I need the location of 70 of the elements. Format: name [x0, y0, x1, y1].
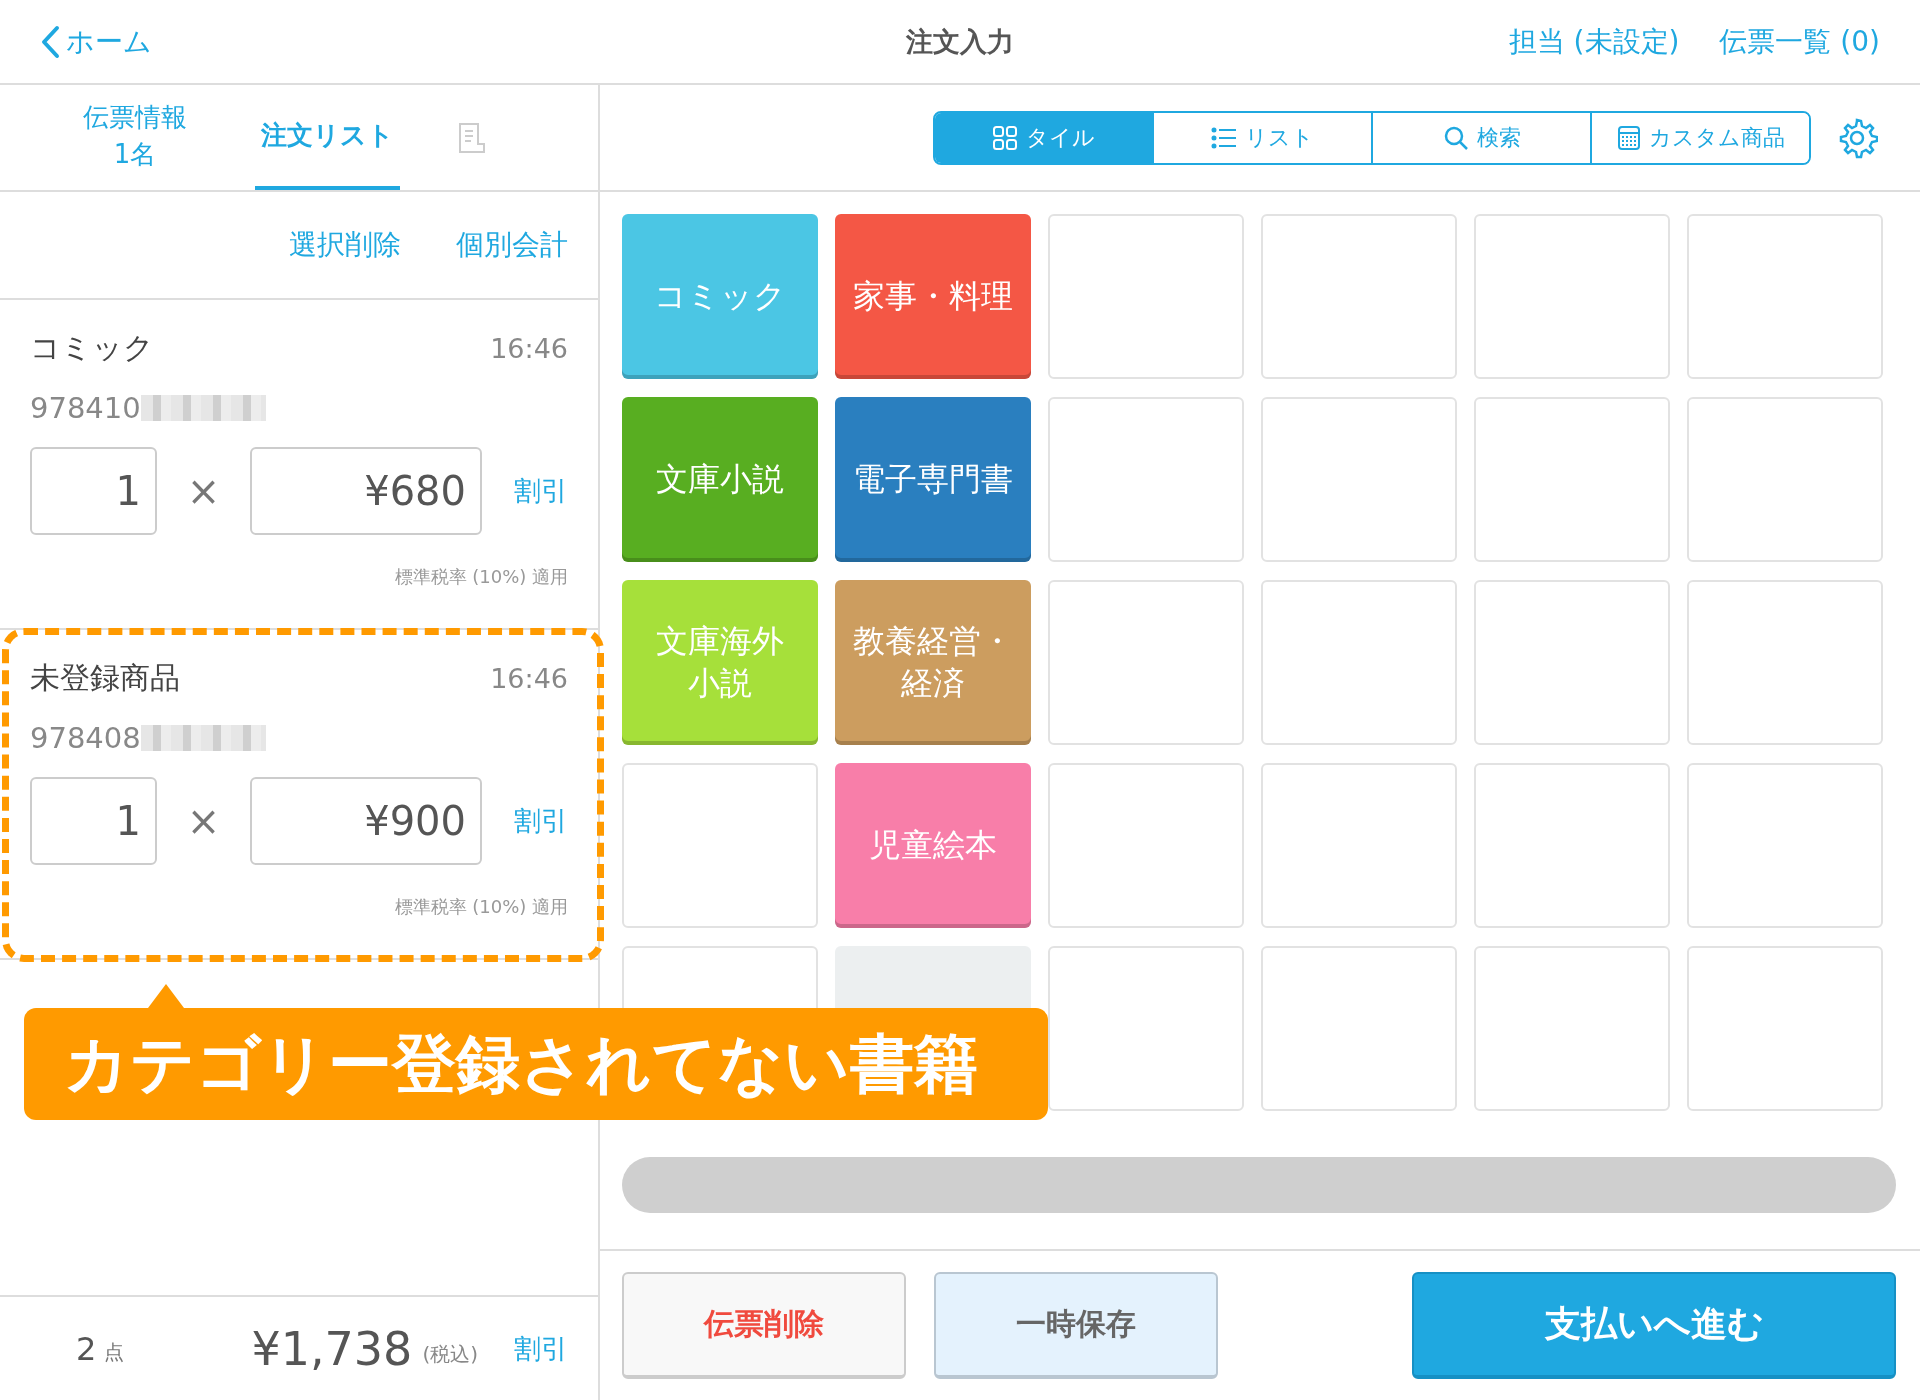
- action-link[interactable]: 選択削除: [289, 226, 401, 264]
- empty-tile[interactable]: [1048, 214, 1244, 379]
- callout-tooltip: カテゴリー登録されてない書籍: [24, 984, 1048, 1120]
- category-tile[interactable]: 文庫小説: [622, 397, 818, 562]
- empty-tile[interactable]: [1474, 214, 1670, 379]
- tax-note: 標準税率 (10%) 適用: [394, 896, 568, 917]
- empty-tile[interactable]: [1048, 397, 1244, 562]
- total-amount: ¥1,738: [251, 1321, 413, 1376]
- item-name: 未登録商品: [30, 659, 180, 697]
- quantity-field[interactable]: 1: [30, 777, 157, 865]
- multiply-sign: ×: [185, 798, 222, 844]
- category-tile[interactable]: 教養経営・ 経済: [835, 580, 1031, 745]
- empty-tile[interactable]: [1687, 946, 1883, 1111]
- view-tab[interactable]: カスタム商品: [1590, 112, 1809, 163]
- category-tile[interactable]: コミック: [622, 214, 818, 379]
- grid-icon: [992, 124, 1018, 151]
- empty-tile[interactable]: [1261, 580, 1457, 745]
- item-time: 16:46: [490, 333, 568, 364]
- list-icon: [1211, 125, 1237, 150]
- price-field[interactable]: ¥900: [250, 777, 482, 865]
- empty-tile[interactable]: [1261, 763, 1457, 928]
- empty-tile[interactable]: [1474, 763, 1670, 928]
- page-title: 注文入力: [906, 25, 1014, 57]
- calculator-icon: [1616, 124, 1641, 151]
- tax-note: 標準税率 (10%) 適用: [394, 566, 568, 587]
- empty-tile[interactable]: [622, 763, 818, 928]
- count-unit: 点: [104, 1339, 125, 1366]
- item-name: コミック: [30, 329, 154, 367]
- action-link[interactable]: 個別会計: [456, 226, 568, 264]
- quantity-field[interactable]: 1: [30, 447, 157, 535]
- panel-tab[interactable]: 伝票情報 1名: [40, 85, 230, 190]
- header-link[interactable]: 担当 (未設定): [1508, 22, 1680, 61]
- empty-tile[interactable]: [1687, 763, 1883, 928]
- empty-tile[interactable]: [1474, 946, 1670, 1111]
- empty-tile[interactable]: [1048, 946, 1244, 1111]
- panel-tab[interactable]: 注文リスト: [255, 85, 400, 190]
- empty-tile[interactable]: [1261, 214, 1457, 379]
- empty-tile[interactable]: [1048, 580, 1244, 745]
- multiply-sign: ×: [185, 468, 222, 514]
- item-count: 2: [76, 1329, 97, 1368]
- scrollbar[interactable]: [622, 1157, 1896, 1213]
- empty-tile[interactable]: [1048, 763, 1244, 928]
- discount-link[interactable]: 割引: [514, 473, 568, 509]
- action-button[interactable]: 一時保存: [934, 1272, 1218, 1379]
- category-tile[interactable]: 家事・料理: [835, 214, 1031, 379]
- action-button[interactable]: 伝票削除: [622, 1272, 906, 1379]
- search-icon: [1442, 124, 1469, 151]
- view-tab[interactable]: タイル: [935, 112, 1152, 163]
- header-link[interactable]: 伝票一覧 (0): [1719, 22, 1880, 61]
- discount-link[interactable]: 割引: [514, 1330, 568, 1367]
- category-tile[interactable]: 児童絵本: [835, 763, 1031, 928]
- category-tile[interactable]: 文庫海外 小説: [622, 580, 818, 745]
- tax-included-note: (税込): [422, 1341, 478, 1368]
- category-tile[interactable]: 電子専門書: [835, 397, 1031, 562]
- empty-tile[interactable]: [1687, 214, 1883, 379]
- discount-link[interactable]: 割引: [514, 803, 568, 839]
- empty-tile[interactable]: [1261, 397, 1457, 562]
- item-code: 978410: [30, 391, 141, 425]
- empty-tile[interactable]: [1687, 580, 1883, 745]
- checkout-button[interactable]: 支払いへ進む: [1412, 1272, 1896, 1379]
- empty-tile[interactable]: [1474, 580, 1670, 745]
- item-code: 978408: [30, 721, 141, 755]
- back-link[interactable]: ホーム: [40, 22, 152, 61]
- chevron-icon: [40, 24, 60, 59]
- empty-tile[interactable]: [1474, 397, 1670, 562]
- price-field[interactable]: ¥680: [250, 447, 482, 535]
- empty-tile[interactable]: [1261, 946, 1457, 1111]
- document-icon[interactable]: [456, 121, 488, 154]
- empty-tile[interactable]: [1687, 397, 1883, 562]
- item-time: 16:46: [490, 663, 568, 694]
